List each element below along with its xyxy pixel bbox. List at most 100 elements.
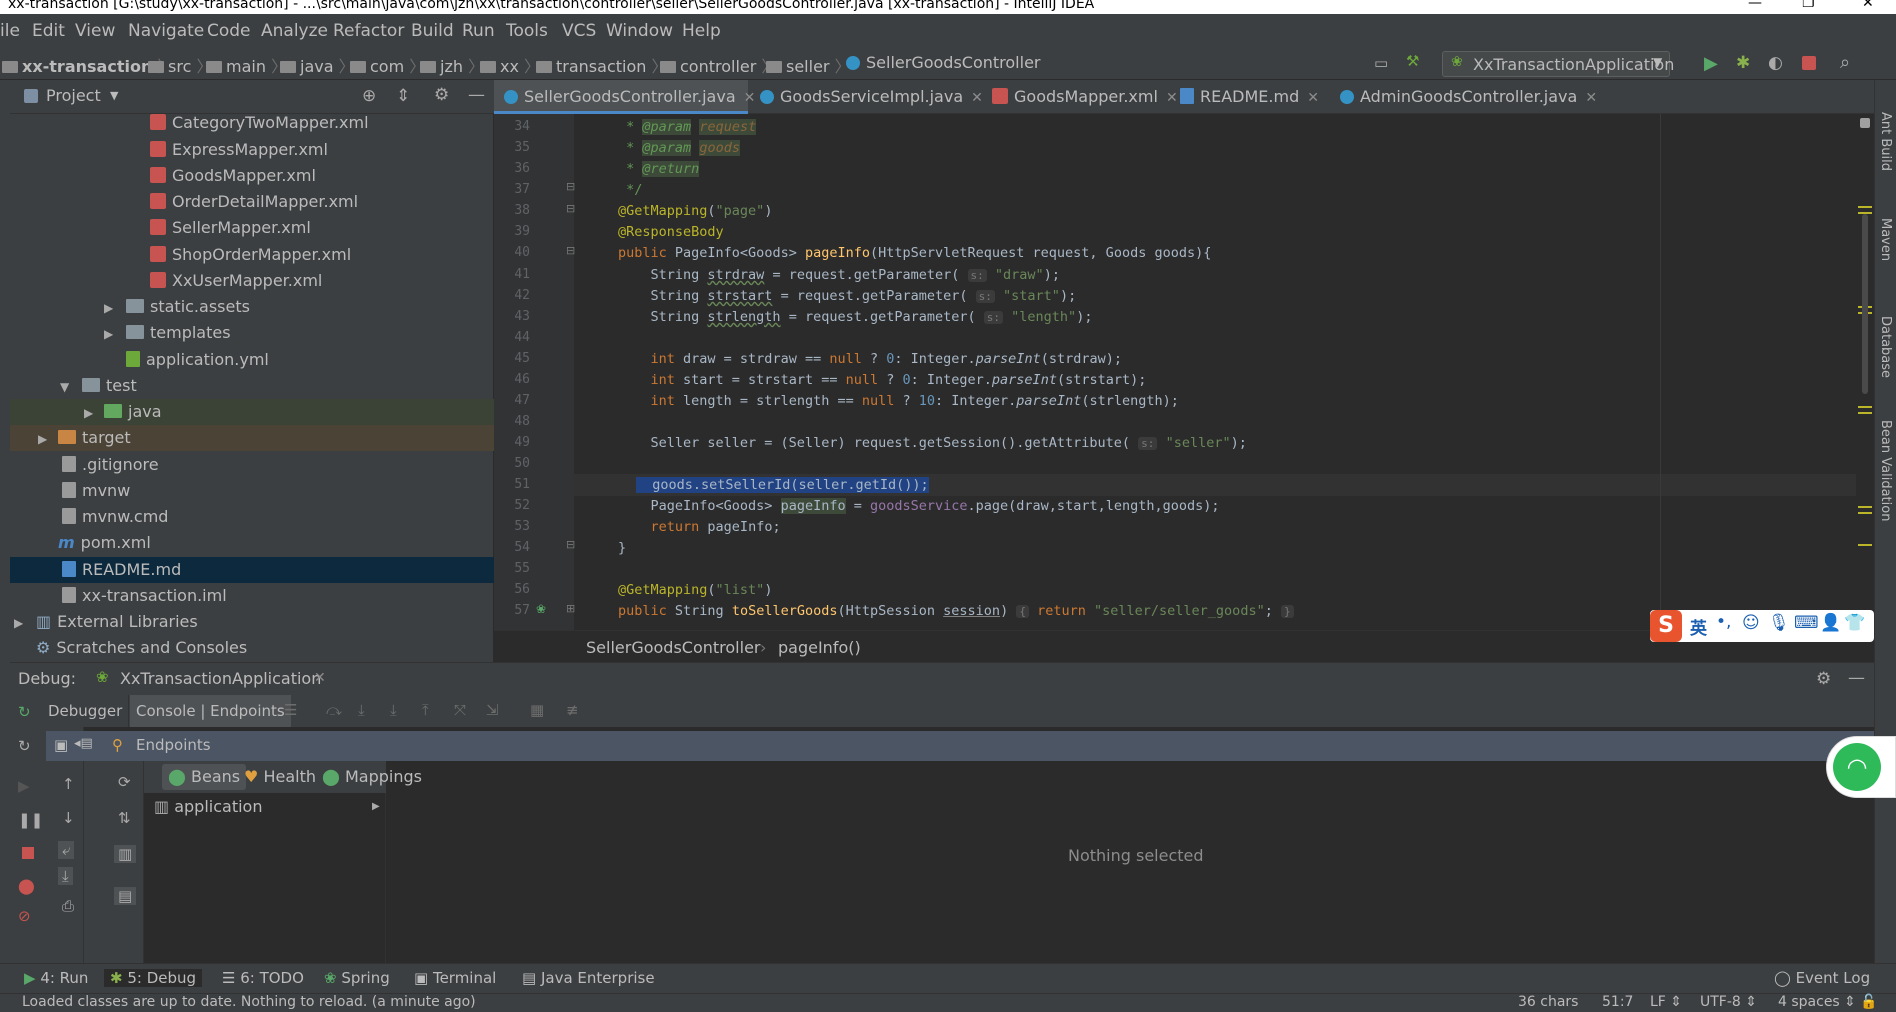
expand-arrow-icon[interactable]: ▶ xyxy=(104,327,113,341)
crumb-seller[interactable]: seller 〉 xyxy=(766,53,851,77)
skin-icon[interactable]: 👕 xyxy=(1844,613,1865,633)
menu-run[interactable]: Run xyxy=(462,21,495,41)
gear-icon[interactable]: ⚙ xyxy=(1816,669,1831,689)
down-arrow-icon[interactable]: ↓ xyxy=(62,809,75,827)
stop-icon[interactable] xyxy=(1802,56,1816,70)
toolwindow-event-log[interactable]: ◯ Event Log xyxy=(1774,969,1870,987)
menu-window[interactable]: Window xyxy=(606,21,673,41)
caret-position[interactable]: 51:7 xyxy=(1602,994,1633,1010)
warning-marker[interactable] xyxy=(1858,406,1872,414)
tree-item-shopordermapper[interactable]: ShopOrderMapper.xml xyxy=(150,242,351,268)
menu-view[interactable]: View xyxy=(75,21,115,41)
emoji-icon[interactable]: ☺ xyxy=(1742,613,1760,633)
minimize-icon[interactable]: — xyxy=(1748,0,1762,10)
keyboard-icon[interactable]: ⌨ xyxy=(1794,613,1819,633)
tree-item-orderdetailmapper[interactable]: OrderDetailMapper.xml xyxy=(150,189,358,215)
debug-session-tab[interactable]: XxTransactionApplication xyxy=(120,669,321,688)
warning-marker[interactable] xyxy=(1858,544,1872,546)
tree-item-xxusermapper[interactable]: XxUserMapper.xml xyxy=(150,268,322,294)
fold-icon[interactable]: ⊟ xyxy=(566,202,575,215)
tab-debugger[interactable]: Debugger xyxy=(42,695,130,727)
file-encoding[interactable]: UTF-8 ⇕ xyxy=(1700,994,1757,1010)
soft-wrap-icon[interactable]: ⤶ xyxy=(58,841,75,859)
toolwindow-run[interactable]: ▶ 4: Run xyxy=(24,969,88,987)
database-tab[interactable]: Database xyxy=(1878,316,1893,378)
pause-icon[interactable]: ❚❚ xyxy=(18,811,43,829)
menu-analyze[interactable]: Analyze xyxy=(261,21,328,41)
step-out-icon[interactable]: ⤒ xyxy=(422,701,429,719)
expand-arrow-icon[interactable]: ▶ xyxy=(84,406,93,420)
toolwindow-spring[interactable]: ❀ Spring xyxy=(324,969,390,987)
user-icon[interactable]: 👤 xyxy=(1820,613,1841,633)
tree-item-test-java[interactable]: java xyxy=(104,399,162,425)
breadcrumb-class[interactable]: SellerGoodsController xyxy=(586,638,760,657)
crumb-transaction[interactable]: transaction 〉 xyxy=(536,53,668,77)
expand-arrow-icon[interactable]: ▶ xyxy=(372,801,380,812)
crumb-controller[interactable]: controller 〉 xyxy=(660,53,777,77)
tab-goodsmapper[interactable]: GoodsMapper.xml ✕ xyxy=(982,80,1178,114)
trace-icon[interactable]: ≢ xyxy=(566,701,579,719)
menu-edit[interactable]: Edit xyxy=(32,21,65,41)
document-icon[interactable]: ▤ xyxy=(114,887,137,905)
warning-marker[interactable] xyxy=(1858,506,1872,514)
tree-item-mvnw-cmd[interactable]: mvnw.cmd xyxy=(62,504,168,530)
project-structure-icon[interactable]: ▭ xyxy=(1374,54,1388,72)
bean-validation-tab[interactable]: Bean Validation xyxy=(1878,420,1893,521)
tree-item-pom-xml[interactable]: m pom.xml xyxy=(58,530,151,556)
view-breakpoints-icon[interactable]: ⬤ xyxy=(18,877,35,895)
search-icon[interactable]: ⌕ xyxy=(1840,52,1850,73)
menu-help[interactable]: Help xyxy=(682,21,721,41)
step-into-icon[interactable]: ⤓ xyxy=(358,701,365,719)
debug-bug-icon[interactable]: ✱ xyxy=(1736,53,1750,73)
sogou-logo-icon[interactable]: S xyxy=(1650,610,1682,642)
tree-item-goodsmapper[interactable]: GoodsMapper.xml xyxy=(150,163,316,189)
warning-marker[interactable] xyxy=(1858,206,1872,214)
close-tab-icon[interactable]: ✕ xyxy=(1585,90,1597,106)
tree-item-application[interactable]: ▥ application xyxy=(154,797,262,816)
tree-item-external-libraries[interactable]: ▥ External Libraries xyxy=(36,609,198,635)
fold-icon[interactable]: ⊞ xyxy=(566,602,575,615)
force-step-into-icon[interactable]: ⤓ xyxy=(390,701,397,719)
stop-icon[interactable] xyxy=(22,847,34,859)
crumb-class[interactable]: SellerGoodsController xyxy=(846,53,1040,72)
crumb-java[interactable]: java 〉 xyxy=(280,53,355,77)
tree-item-expressmapper[interactable]: ExpressMapper.xml xyxy=(150,137,328,163)
toolwindow-java-enterprise[interactable]: ▤ Java Enterprise xyxy=(522,969,655,987)
tab-goodsserviceimpl[interactable]: GoodsServiceImpl.java ✕ xyxy=(750,80,983,114)
mute-breakpoints-icon[interactable]: ⊘ xyxy=(18,907,31,925)
maximize-icon[interactable]: ❐ xyxy=(1802,0,1815,10)
fold-icon[interactable]: ⊟ xyxy=(566,180,575,193)
print-icon[interactable]: ⎙ xyxy=(62,897,74,915)
crumb-com[interactable]: com 〉 xyxy=(350,53,425,77)
crumb-xx[interactable]: xx 〉 xyxy=(480,53,540,77)
tree-item-static-assets[interactable]: static.assets xyxy=(126,294,250,320)
menu-refactor[interactable]: Refactor xyxy=(333,21,404,41)
gear-icon[interactable]: ⚙ xyxy=(434,85,449,105)
crumb-jzh[interactable]: jzh 〉 xyxy=(420,53,484,77)
toolwindow-debug[interactable]: ✱ 5: Debug xyxy=(104,969,203,987)
layout-icon[interactable]: ☰ xyxy=(284,701,297,719)
tree-item-sellermapper[interactable]: SellerMapper.xml xyxy=(150,215,311,241)
tree-item-application-yml[interactable]: application.yml xyxy=(126,347,269,373)
fold-icon[interactable]: ⊟ xyxy=(566,244,575,257)
tree-item-readme[interactable]: README.md xyxy=(62,557,181,583)
tab-beans[interactable]: ⬤ Beans xyxy=(162,764,247,790)
scroll-to-end-icon[interactable]: ⤓ xyxy=(58,867,73,885)
tab-admingoodscontroller[interactable]: AdminGoodsController.java ✕ xyxy=(1330,80,1597,114)
ant-build-tab[interactable]: Ant Build xyxy=(1878,112,1893,171)
chevron-down-icon[interactable]: ▼ xyxy=(110,89,118,102)
refresh-icon[interactable]: ⟳ xyxy=(118,773,131,791)
console-icon[interactable]: ▣ xyxy=(54,736,68,754)
refresh-icon[interactable]: ↻ xyxy=(18,737,31,755)
line-separator[interactable]: LF ⇕ xyxy=(1650,994,1682,1010)
hide-icon[interactable]: — xyxy=(1848,668,1865,688)
tab-health[interactable]: ♥ Health xyxy=(238,764,322,790)
up-arrow-icon[interactable]: ↑ xyxy=(62,775,75,793)
tree-item-scratches[interactable]: ⚙ Scratches and Consoles xyxy=(36,635,247,661)
menu-build[interactable]: Build xyxy=(411,21,454,41)
tab-mappings[interactable]: ⬤ Mappings xyxy=(316,764,428,790)
breadcrumb-method[interactable]: pageInfo() xyxy=(778,638,861,657)
close-icon[interactable]: ✕ xyxy=(314,670,326,686)
tree-item-gitignore[interactable]: .gitignore xyxy=(62,452,159,478)
maven-tab[interactable]: Maven xyxy=(1878,218,1893,261)
